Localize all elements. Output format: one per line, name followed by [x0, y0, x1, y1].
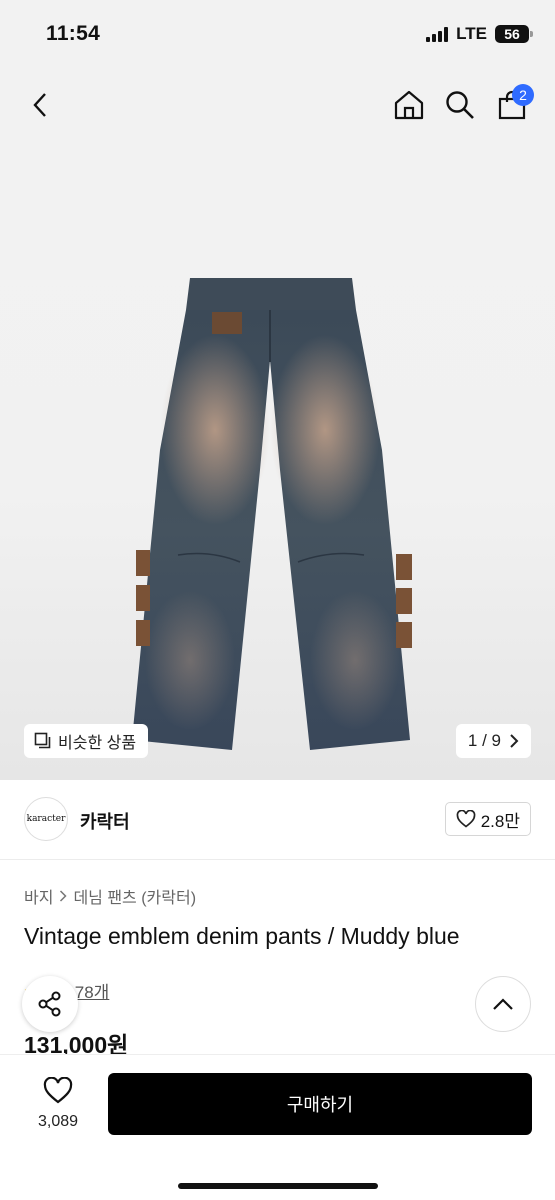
- brand-like-button[interactable]: 2.8만: [444, 802, 531, 836]
- similar-products-button[interactable]: 비슷한 상품: [24, 724, 149, 758]
- back-button[interactable]: [20, 85, 60, 125]
- home-indicator: [178, 1183, 378, 1189]
- similar-products-label: 비슷한 상품: [58, 735, 137, 752]
- back-arrow-icon: [33, 93, 46, 117]
- image-pager[interactable]: 1 / 9: [455, 724, 531, 758]
- top-navigation: 2: [0, 70, 555, 140]
- chevron-right-icon: [60, 890, 68, 902]
- brand-row: karacter 카락터 2.8만: [0, 780, 555, 860]
- chevron-up-icon: [493, 998, 513, 1010]
- breadcrumb: 바지 데님 팬츠 (카락터): [24, 884, 196, 908]
- search-button[interactable]: [440, 85, 480, 125]
- share-icon: [38, 991, 61, 1017]
- product-image-gallery[interactable]: 비슷한 상품 1 / 9: [0, 70, 555, 780]
- chevron-right-icon: [510, 734, 519, 748]
- wishlist-count: 3,089: [37, 1113, 79, 1130]
- status-indicators: LTE 56: [426, 24, 533, 44]
- buy-button[interactable]: 구매하기: [108, 1073, 532, 1135]
- battery-level: 56: [504, 26, 520, 42]
- share-button[interactable]: [22, 976, 78, 1032]
- breadcrumb-item-pants[interactable]: 바지: [24, 884, 53, 908]
- brand-name[interactable]: 카락터: [80, 808, 130, 834]
- brand-logo[interactable]: karacter: [24, 797, 68, 841]
- network-type: LTE: [456, 24, 487, 43]
- home-icon: [394, 90, 424, 120]
- heart-icon: [43, 1076, 73, 1104]
- copy-icon: [34, 732, 51, 749]
- scroll-to-top-button[interactable]: [475, 976, 531, 1032]
- status-time: 11:54: [46, 22, 101, 45]
- bottom-action-bar: 3,089 구매하기: [0, 1054, 555, 1200]
- home-button[interactable]: [389, 85, 429, 125]
- product-title: Vintage emblem denim pants / Muddy blue: [24, 923, 460, 949]
- cart-count-badge: 2: [512, 84, 534, 106]
- product-image: [132, 278, 412, 750]
- brand-like-count: 2.8만: [480, 811, 520, 831]
- wishlist-button[interactable]: 3,089: [28, 1076, 88, 1131]
- battery-icon: 56: [495, 25, 533, 43]
- search-icon: [446, 91, 474, 119]
- status-bar: 11:54 LTE 56: [0, 0, 555, 70]
- heart-icon: [456, 810, 476, 828]
- breadcrumb-item-denim-pants[interactable]: 데님 팬츠 (카락터): [73, 884, 196, 908]
- brand-logo-text: karacter: [26, 814, 66, 824]
- signal-icon: [426, 26, 449, 42]
- page-indicator: 1 / 9: [467, 731, 501, 750]
- cart-button[interactable]: 2: [492, 84, 534, 125]
